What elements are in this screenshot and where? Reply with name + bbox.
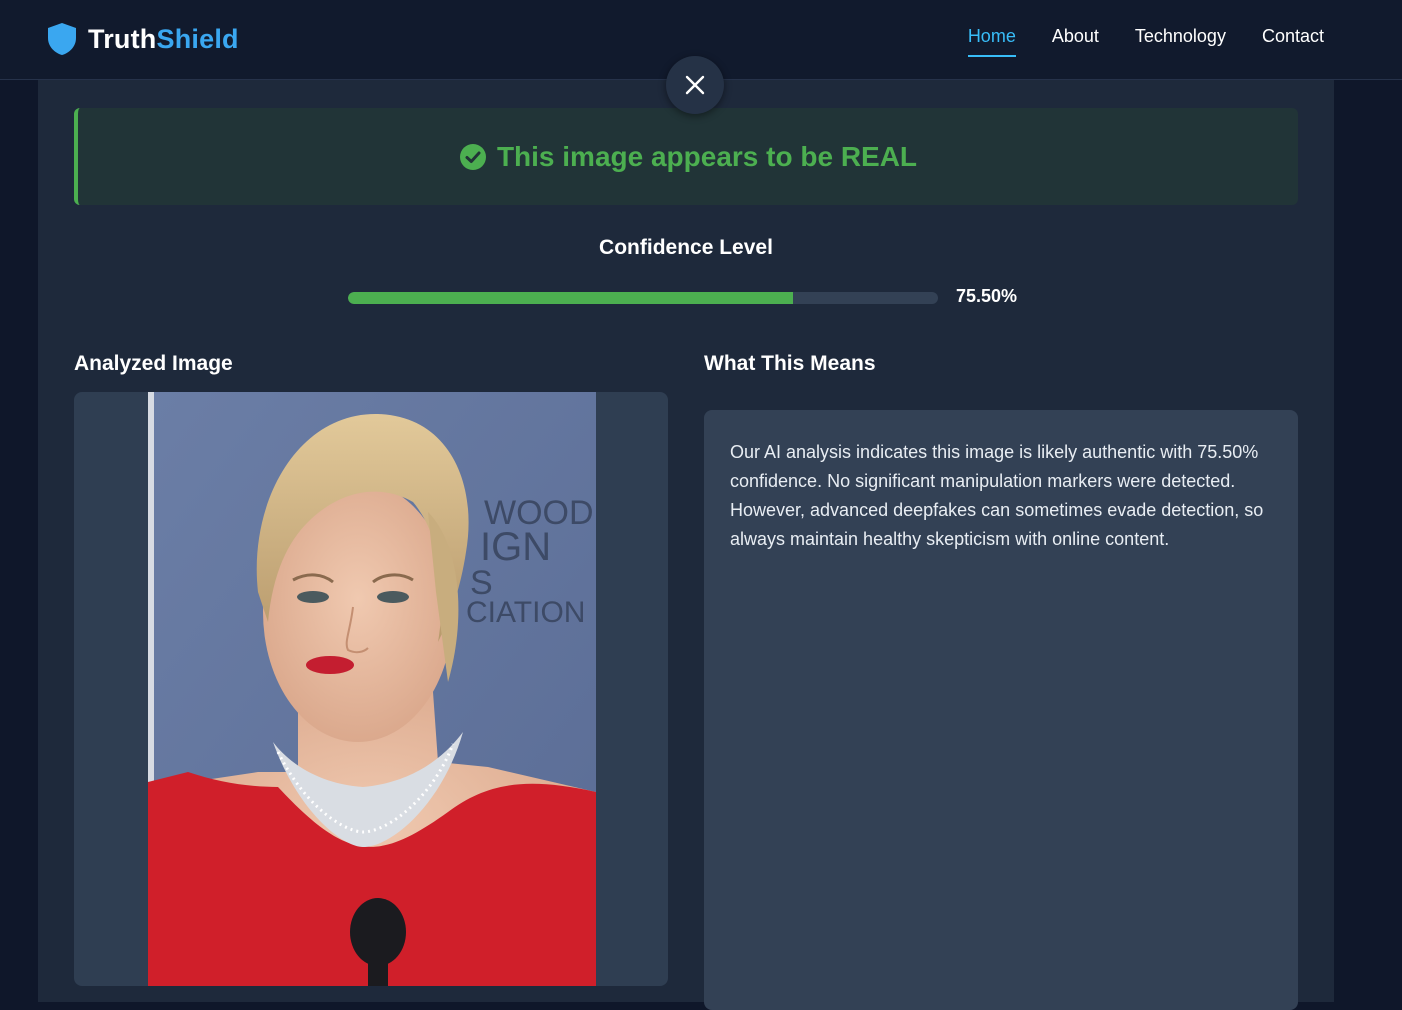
shield-icon [46, 22, 78, 56]
explanation-text: Our AI analysis indicates this image is … [730, 442, 1264, 549]
analyzed-photo: WOOD IGN S CIATION [148, 392, 596, 986]
close-modal-button[interactable] [666, 56, 724, 114]
check-circle-icon [459, 143, 487, 171]
brand-name-part1: Truth [88, 23, 157, 54]
what-this-means-title: What This Means [704, 352, 876, 375]
confidence-value: 75.50% [956, 286, 1018, 306]
main-nav: Home About Technology Contact [967, 26, 1324, 57]
confidence-bar [348, 292, 938, 304]
brand-logo[interactable]: TruthShield [46, 22, 239, 56]
brand-name: TruthShield [88, 24, 239, 55]
svg-text:IGN: IGN [480, 525, 551, 569]
nav-contact-link[interactable]: Contact [1262, 26, 1324, 57]
explanation-box: Our AI analysis indicates this image is … [704, 410, 1298, 1010]
analyzed-image-container: WOOD IGN S CIATION [74, 392, 668, 986]
verdict-text: This image appears to be REAL [496, 140, 918, 172]
close-icon [685, 75, 705, 95]
nav-technology-link[interactable]: Technology [1135, 26, 1226, 57]
nav-about-link[interactable]: About [1052, 26, 1099, 57]
analyzed-image-title: Analyzed Image [74, 352, 233, 375]
verdict-banner: This image appears to be REAL [74, 108, 1298, 205]
confidence-bar-fill [348, 292, 794, 304]
confidence-title: Confidence Level [599, 236, 773, 259]
svg-text:CIATION: CIATION [466, 596, 585, 629]
brand-name-part2: Shield [156, 23, 239, 54]
nav-home-link[interactable]: Home [967, 26, 1016, 57]
